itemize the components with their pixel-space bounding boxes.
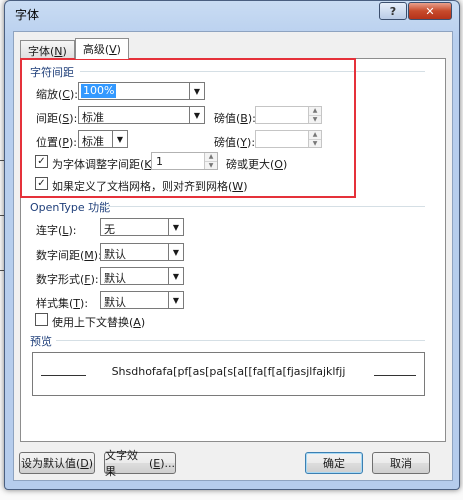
number-spacing-value: 默认 bbox=[104, 248, 126, 261]
group-divider bbox=[102, 206, 425, 207]
preview-box: Shsdhofafa[pf[as[pa[s[a[[fa[f[a[fjasjlfa… bbox=[32, 352, 425, 396]
close-icon: ✕ bbox=[425, 4, 435, 18]
tab-advanced[interactable]: 高级(V) bbox=[74, 38, 129, 59]
chevron-down-icon[interactable]: ▼ bbox=[168, 268, 183, 284]
number-forms-label: 数字形式(F): bbox=[36, 273, 99, 286]
title-bar[interactable]: 字体 ? ✕ bbox=[5, 1, 459, 25]
text-effects-button[interactable]: 文字效果(E)... bbox=[104, 449, 176, 478]
ligatures-value: 无 bbox=[104, 223, 115, 236]
contextual-alternates-label[interactable]: 使用上下文替换(A) bbox=[52, 314, 145, 330]
preview-text: Shsdhofafa[pf[as[pa[s[a[[fa[f[a[fjasjlfa… bbox=[111, 365, 346, 378]
opentype-group-title: OpenType 功能 bbox=[30, 201, 111, 214]
ligatures-combo[interactable]: 无 ▼ bbox=[100, 218, 184, 236]
preview-title: 预览 bbox=[30, 335, 52, 348]
stylistic-sets-value: 默认 bbox=[104, 296, 126, 309]
stylistic-sets-label: 样式集(T): bbox=[36, 297, 89, 310]
help-button[interactable]: ? bbox=[379, 2, 407, 20]
ligatures-label: 连字(L): bbox=[36, 224, 77, 237]
cancel-button[interactable]: 取消 bbox=[372, 452, 430, 474]
close-button[interactable]: ✕ bbox=[408, 2, 452, 20]
chevron-down-icon[interactable]: ▼ bbox=[168, 244, 183, 260]
chevron-down-icon[interactable]: ▼ bbox=[168, 292, 183, 308]
ok-button[interactable]: 确定 bbox=[305, 452, 363, 474]
red-highlight-box bbox=[20, 58, 356, 198]
number-spacing-label: 数字间距(M): bbox=[36, 249, 102, 262]
tab-font[interactable]: 字体(N) bbox=[20, 40, 75, 58]
group-divider bbox=[56, 340, 425, 341]
number-forms-value: 默认 bbox=[104, 272, 126, 285]
stylistic-sets-combo[interactable]: 默认 ▼ bbox=[100, 291, 184, 309]
set-default-button[interactable]: 设为默认值(D) bbox=[19, 452, 95, 474]
number-spacing-combo[interactable]: 默认 ▼ bbox=[100, 243, 184, 261]
number-forms-combo[interactable]: 默认 ▼ bbox=[100, 267, 184, 285]
preview-baseline bbox=[374, 375, 416, 376]
tab-strip: 字体(N) 高级(V) bbox=[20, 38, 129, 59]
contextual-alternates-checkbox[interactable] bbox=[35, 313, 48, 326]
dialog-title: 字体 bbox=[15, 8, 40, 22]
chevron-down-icon[interactable]: ▼ bbox=[168, 219, 183, 235]
